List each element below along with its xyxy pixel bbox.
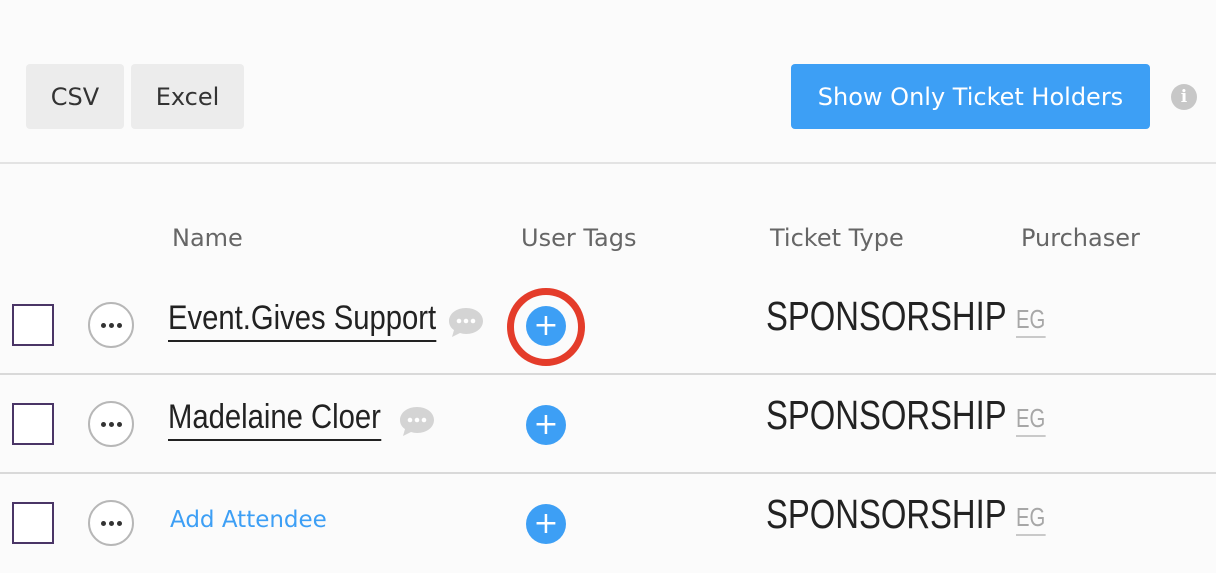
more-dot	[116, 421, 122, 427]
more-dot	[116, 322, 122, 328]
more-dot	[108, 421, 114, 427]
table-row: Madelaine Cloer + SPONSORSHIP EG	[0, 375, 1216, 474]
show-only-ticket-holders-button[interactable]: Show Only Ticket Holders	[791, 64, 1150, 129]
comment-bubble-icon[interactable]	[398, 405, 436, 439]
more-options-button[interactable]	[88, 302, 134, 348]
table-row: Add Attendee + SPONSORSHIP EG	[0, 474, 1216, 573]
export-toolbar: CSV Excel Show Only Ticket Holders i	[0, 0, 1216, 162]
table-row: Event.Gives Support + SPONSORSHIP EG	[0, 276, 1216, 375]
more-options-button[interactable]	[88, 401, 134, 447]
purchaser-link[interactable]: EG	[1016, 401, 1046, 437]
column-header-ticket-type: Ticket Type	[770, 224, 904, 252]
info-icon[interactable]: i	[1171, 84, 1197, 110]
comment-bubble-icon[interactable]	[447, 306, 485, 340]
purchaser-link[interactable]: EG	[1016, 500, 1046, 536]
column-header-name: Name	[172, 224, 243, 252]
column-header-purchaser: Purchaser	[1021, 224, 1140, 252]
ticket-type-value: SPONSORSHIP	[766, 293, 1007, 339]
attendee-name-link[interactable]: Event.Gives Support	[168, 296, 437, 342]
ticket-type-value: SPONSORSHIP	[766, 392, 1007, 438]
column-header-user-tags: User Tags	[521, 224, 637, 252]
csv-export-button[interactable]: CSV	[26, 64, 124, 129]
add-user-tag-button[interactable]: +	[526, 405, 566, 445]
ticket-type-value: SPONSORSHIP	[766, 491, 1007, 537]
row-select-checkbox[interactable]	[12, 502, 54, 544]
excel-export-button[interactable]: Excel	[131, 64, 244, 129]
toolbar-divider	[0, 162, 1216, 164]
add-user-tag-button[interactable]: +	[526, 504, 566, 544]
more-options-button[interactable]	[88, 500, 134, 546]
more-horizontal-icon	[100, 322, 106, 328]
attendee-name-link[interactable]: Madelaine Cloer	[168, 395, 381, 441]
more-dot	[116, 520, 122, 526]
row-select-checkbox[interactable]	[12, 304, 54, 346]
more-dot	[108, 322, 114, 328]
purchaser-link[interactable]: EG	[1016, 302, 1046, 338]
add-attendee-link[interactable]: Add Attendee	[170, 507, 327, 533]
more-dot	[108, 520, 114, 526]
row-select-checkbox[interactable]	[12, 403, 54, 445]
add-user-tag-button[interactable]: +	[526, 306, 566, 346]
more-horizontal-icon	[100, 421, 106, 427]
more-horizontal-icon	[100, 520, 106, 526]
